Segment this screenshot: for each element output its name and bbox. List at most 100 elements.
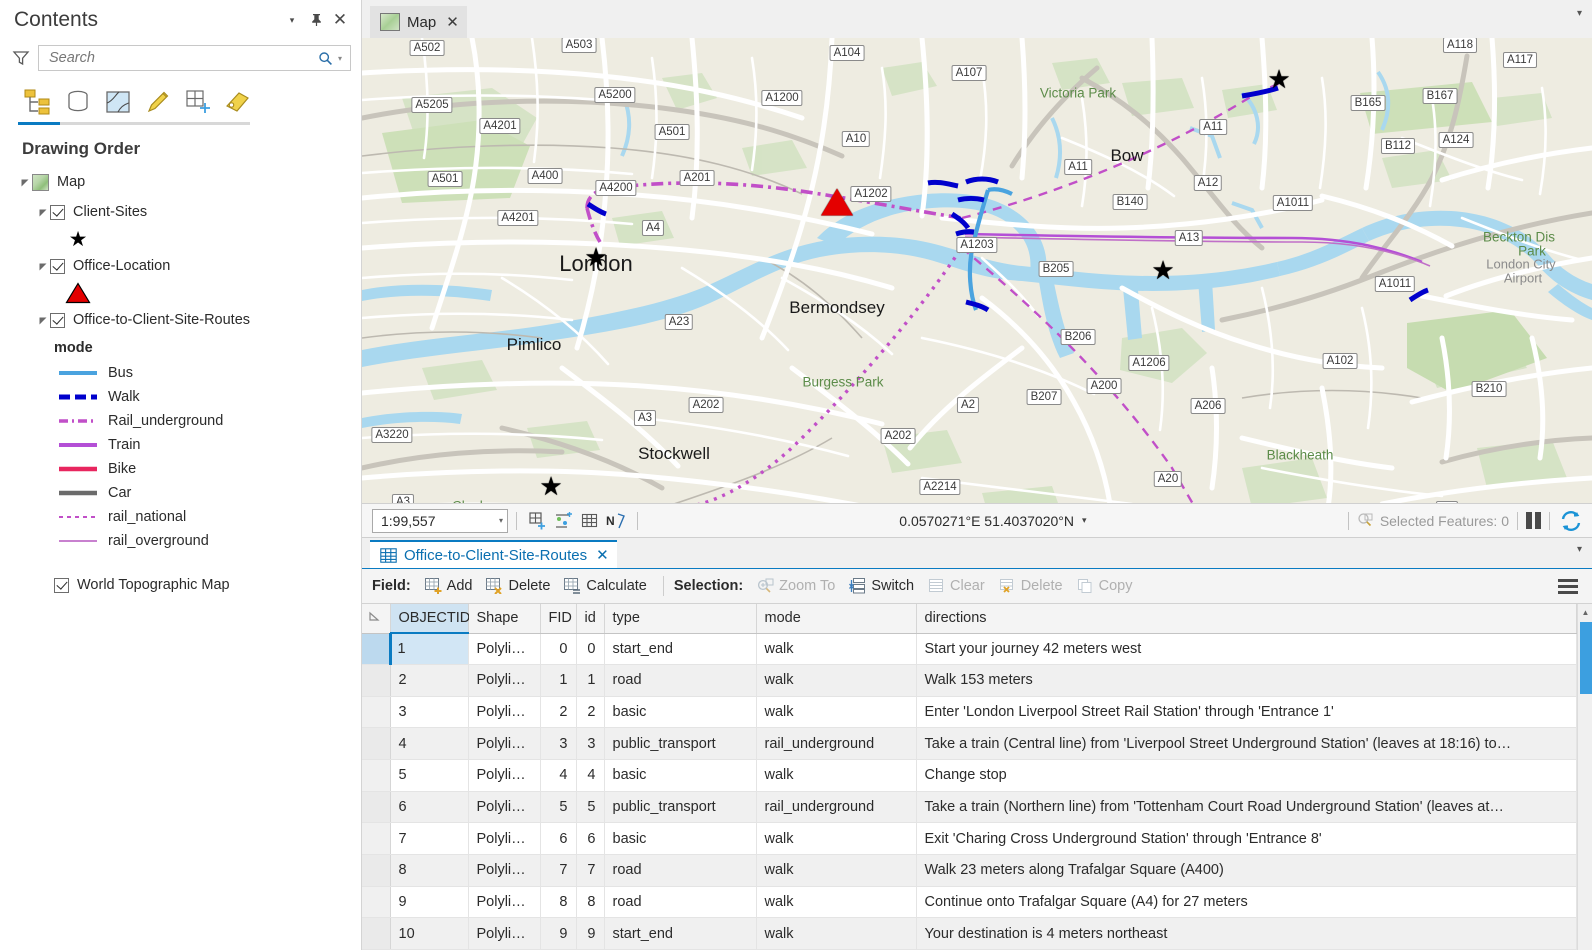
cell-objectid[interactable]: 1 — [390, 633, 468, 665]
cell-mode[interactable]: walk — [756, 760, 916, 792]
cell-fid[interactable]: 5 — [540, 791, 576, 823]
row-selector[interactable] — [362, 886, 390, 918]
row-selector[interactable] — [362, 696, 390, 728]
toc-map-node[interactable]: Map — [18, 167, 361, 197]
cell-objectid[interactable]: 2 — [390, 665, 468, 697]
chevron-down-icon[interactable]: ▾ — [1577, 8, 1582, 19]
client-site-marker[interactable]: ★ — [1267, 66, 1290, 92]
delete-field-button[interactable]: Delete — [480, 575, 556, 597]
table-row[interactable]: 5Polyline Z44basicwalkChange stop — [362, 760, 1576, 792]
chevron-down-icon[interactable]: ▾ — [499, 516, 503, 525]
cell-id[interactable]: 8 — [576, 886, 604, 918]
layer-visibility-checkbox[interactable] — [50, 313, 65, 328]
search-input[interactable] — [47, 49, 316, 67]
cell-mode[interactable]: rail_underground — [756, 791, 916, 823]
cell-id[interactable]: 5 — [576, 791, 604, 823]
scrollbar-thumb[interactable] — [1580, 622, 1592, 694]
row-selector[interactable] — [362, 791, 390, 823]
attribute-grid[interactable]: OBJECTID Shape FID id type mode directio… — [362, 604, 1592, 950]
cell-directions[interactable]: Walk 153 meters — [916, 665, 1576, 697]
layer-visibility-checkbox[interactable] — [50, 259, 65, 274]
expand-triangle-icon[interactable] — [36, 262, 50, 271]
cell-type[interactable]: public_transport — [604, 791, 756, 823]
cell-fid[interactable]: 9 — [540, 918, 576, 950]
list-by-editing-tab[interactable] — [138, 84, 178, 120]
table-row[interactable]: 10Polyline Z99start_endwalkYour destinat… — [362, 918, 1576, 950]
table-options-menu-button[interactable] — [1550, 575, 1586, 598]
copy-selection-button[interactable]: Copy — [1071, 575, 1139, 597]
search-box[interactable]: ▾ — [38, 45, 351, 71]
cell-shape[interactable]: Polyline Z — [468, 633, 540, 665]
cell-directions[interactable]: Enter 'London Liverpool Street Rail Stat… — [916, 696, 1576, 728]
cell-objectid[interactable]: 7 — [390, 823, 468, 855]
cell-mode[interactable]: walk — [756, 665, 916, 697]
cell-type[interactable]: road — [604, 665, 756, 697]
table-row[interactable]: 2Polyline Z11roadwalkWalk 153 meters — [362, 665, 1576, 697]
cell-type[interactable]: public_transport — [604, 728, 756, 760]
cell-fid[interactable]: 6 — [540, 823, 576, 855]
contents-menu-icon[interactable]: ▾ — [281, 9, 303, 31]
cell-objectid[interactable]: 5 — [390, 760, 468, 792]
client-site-marker[interactable]: ★ — [539, 473, 562, 499]
column-header-shape[interactable]: Shape — [468, 604, 540, 633]
cell-shape[interactable]: Polyline Z — [468, 728, 540, 760]
cell-mode[interactable]: walk — [756, 918, 916, 950]
north-arrow-icon[interactable]: N — [603, 509, 629, 533]
add-field-button[interactable]: Add — [419, 575, 479, 597]
cell-id[interactable]: 3 — [576, 728, 604, 760]
office-location-marker[interactable] — [821, 189, 853, 216]
table-row[interactable]: 7Polyline Z66basicwalkExit 'Charing Cros… — [362, 823, 1576, 855]
table-row[interactable]: 3Polyline Z22basicwalkEnter 'London Live… — [362, 696, 1576, 728]
cell-fid[interactable]: 3 — [540, 728, 576, 760]
client-site-marker[interactable]: ★ — [1151, 257, 1174, 283]
cell-directions[interactable]: Your destination is 4 meters northeast — [916, 918, 1576, 950]
cell-type[interactable]: basic — [604, 823, 756, 855]
expand-triangle-icon[interactable] — [18, 178, 32, 187]
scroll-up-arrow-icon[interactable]: ▲ — [1578, 604, 1592, 621]
cell-shape[interactable]: Polyline Z — [468, 823, 540, 855]
expand-triangle-icon[interactable] — [36, 316, 50, 325]
filter-icon[interactable] — [10, 47, 32, 69]
grid-icon[interactable] — [577, 509, 603, 533]
map-view[interactable]: .rd { stroke:#ffffff; fill:none; stroke-… — [362, 38, 1592, 538]
list-by-data-source-tab[interactable] — [58, 84, 98, 120]
select-by-attributes-icon[interactable] — [551, 509, 577, 533]
cell-shape[interactable]: Polyline Z — [468, 760, 540, 792]
table-vertical-scrollbar[interactable]: ▲ — [1577, 604, 1592, 950]
search-icon[interactable] — [316, 49, 334, 67]
cell-shape[interactable]: Polyline Z — [468, 886, 540, 918]
cell-type[interactable]: start_end — [604, 633, 756, 665]
list-by-selection-tab[interactable] — [98, 84, 138, 120]
cell-type[interactable]: road — [604, 854, 756, 886]
column-header-type[interactable]: type — [604, 604, 756, 633]
cell-id[interactable]: 7 — [576, 854, 604, 886]
cell-objectid[interactable]: 6 — [390, 791, 468, 823]
table-row[interactable]: 4Polyline Z33public_transportrail_underg… — [362, 728, 1576, 760]
pin-icon[interactable] — [305, 9, 327, 31]
close-icon[interactable]: ✕ — [446, 13, 459, 31]
cell-directions[interactable]: Start your journey 42 meters west — [916, 633, 1576, 665]
cell-shape[interactable]: Polyline Z — [468, 791, 540, 823]
chevron-down-icon[interactable]: ▾ — [1082, 515, 1087, 526]
cell-fid[interactable]: 8 — [540, 886, 576, 918]
row-selector[interactable] — [362, 633, 390, 665]
toc-layer-routes[interactable]: Office-to-Client-Site-Routes — [18, 305, 361, 335]
chevron-down-icon[interactable]: ▾ — [1577, 544, 1582, 555]
cell-mode[interactable]: rail_underground — [756, 728, 916, 760]
cell-shape[interactable]: Polyline Z — [468, 854, 540, 886]
client-site-marker[interactable]: ★ — [584, 244, 607, 270]
row-selector[interactable] — [362, 665, 390, 697]
list-by-snapping-tab[interactable] — [178, 84, 218, 120]
cell-mode[interactable]: walk — [756, 886, 916, 918]
basemap-visibility-checkbox[interactable] — [54, 578, 69, 593]
table-row[interactable]: 9Polyline Z88roadwalkContinue onto Trafa… — [362, 886, 1576, 918]
close-icon[interactable]: ✕ — [596, 546, 609, 564]
cell-objectid[interactable]: 3 — [390, 696, 468, 728]
map-scale-combo[interactable]: 1:99,557 ▾ — [372, 509, 508, 533]
cell-mode[interactable]: walk — [756, 854, 916, 886]
calculate-field-button[interactable]: Calculate — [558, 575, 652, 597]
search-dropdown-icon[interactable]: ▾ — [334, 54, 346, 63]
list-by-labeling-tab[interactable] — [218, 84, 258, 120]
cell-objectid[interactable]: 9 — [390, 886, 468, 918]
delete-selection-button[interactable]: Delete — [993, 575, 1069, 597]
